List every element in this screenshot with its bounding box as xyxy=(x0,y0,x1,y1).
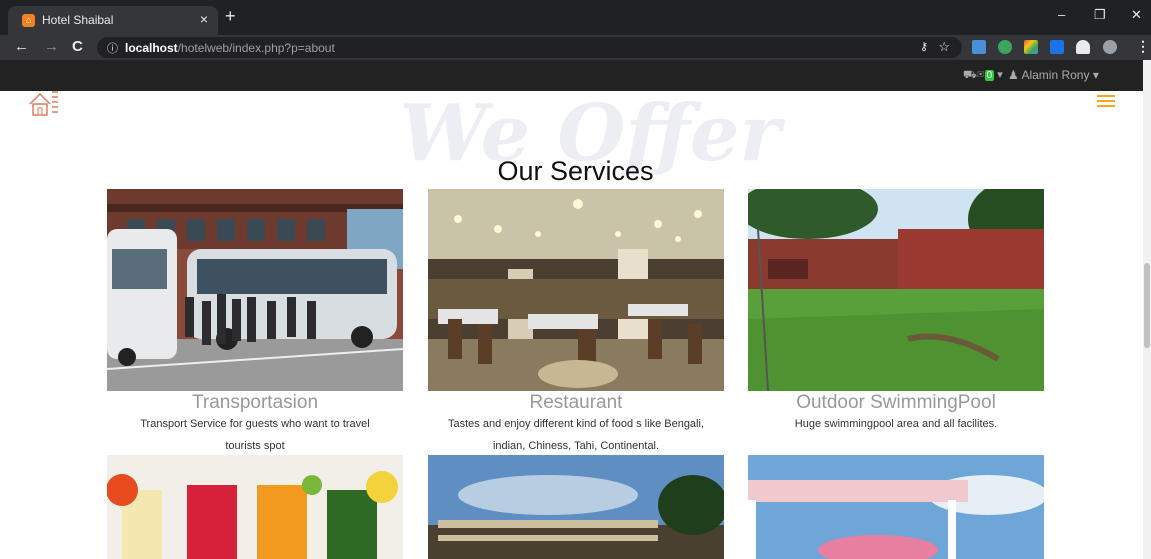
minimize-button[interactable]: – xyxy=(1058,7,1065,22)
hotel-exterior-image xyxy=(428,455,724,559)
service-card-wedding[interactable] xyxy=(748,455,1044,559)
key-icon[interactable]: ⚷ xyxy=(920,40,928,53)
hotel-logo[interactable] xyxy=(28,90,60,116)
scrollbar-thumb[interactable] xyxy=(1144,263,1150,348)
cart-count-badge: 0 xyxy=(984,70,995,81)
service-desc: Transport Service for guests who want to… xyxy=(140,418,370,430)
service-name: Transportasion xyxy=(191,392,319,413)
extensions-puzzle-icon[interactable] xyxy=(1076,40,1090,54)
wedding-image xyxy=(748,455,1044,559)
extension-colorful-icon[interactable] xyxy=(1024,40,1038,54)
service-card-transport[interactable]: Transportasion Transport Service for gue… xyxy=(107,189,403,457)
chevron-down-icon: ▾ xyxy=(997,69,1003,81)
user-menu[interactable]: ♟ Alamin Rony ▾ xyxy=(1008,68,1099,82)
service-card-restaurant[interactable]: Restaurant Tastes and enjoy different ki… xyxy=(428,189,724,457)
site-favicon-icon: ⌂ xyxy=(22,14,35,27)
browser-tab-bar: ⌂ Hotel Shaibal × + – ❐ ✕ xyxy=(0,0,1151,35)
new-tab-button[interactable]: + xyxy=(225,6,236,27)
browser-menu-icon[interactable]: ⋮ xyxy=(1136,38,1150,55)
url-path: /hotelweb/index.php?p=about xyxy=(177,41,335,55)
service-card-pool[interactable]: Outdoor SwimmingPool Huge swimmingpool a… xyxy=(748,189,1044,435)
pool-image xyxy=(748,189,1044,391)
extension-green-icon[interactable] xyxy=(998,40,1012,54)
tab-hotel-shaibal[interactable]: ⌂ Hotel Shaibal × xyxy=(8,6,218,35)
tab-close-button[interactable]: × xyxy=(200,11,208,27)
chevron-down-icon: ▾ xyxy=(1092,68,1099,82)
info-icon[interactable]: ⓘ xyxy=(107,40,118,56)
forward-icon[interactable]: → xyxy=(44,38,59,55)
tab-title: Hotel Shaibal xyxy=(42,13,114,27)
service-card-juice[interactable] xyxy=(107,455,403,559)
restaurant-image xyxy=(428,189,724,391)
cart-link[interactable]: ⛟✉ 0 ▾ xyxy=(963,68,1003,83)
service-name: Restaurant xyxy=(529,392,623,413)
url-text[interactable]: localhost/hotelweb/index.php?p=about xyxy=(125,41,335,55)
mail-icon: ✉ xyxy=(976,69,985,81)
profile-avatar-icon[interactable] xyxy=(1103,40,1117,54)
reload-icon[interactable]: C xyxy=(72,38,83,55)
extension-translate-icon[interactable] xyxy=(972,40,986,54)
service-desc: Huge swimmingpool area and all facilites… xyxy=(794,418,998,430)
url-host: localhost xyxy=(125,41,178,55)
service-desc: Tastes and enjoy different kind of food … xyxy=(447,418,704,430)
site-top-bar: ⛟✉ 0 ▾ ♟ Alamin Rony ▾ xyxy=(0,60,1143,91)
back-icon[interactable]: ← xyxy=(14,38,29,55)
service-name: Outdoor SwimmingPool xyxy=(796,392,996,413)
juice-image xyxy=(107,455,403,559)
star-icon[interactable]: ☆ xyxy=(938,39,950,55)
user-icon: ♟ xyxy=(1008,68,1019,82)
transport-image xyxy=(107,189,403,391)
url-bar[interactable]: ⓘ localhost/hotelweb/index.php?p=about ⚷… xyxy=(97,37,962,58)
extension-download-icon[interactable] xyxy=(1050,40,1064,54)
restore-button[interactable]: ❐ xyxy=(1094,7,1106,23)
close-window-button[interactable]: ✕ xyxy=(1131,7,1142,23)
page-scrollbar[interactable] xyxy=(1143,60,1151,559)
user-name: Alamin Rony xyxy=(1021,68,1090,82)
service-desc: indian, Chiness, Tahi, Continental. xyxy=(492,440,660,452)
section-title: Our Services xyxy=(497,156,654,186)
service-desc: tourists spot xyxy=(225,440,285,452)
service-card-hotel[interactable] xyxy=(428,455,724,559)
address-toolbar: ← → C ⓘ localhost/hotelweb/index.php?p=a… xyxy=(0,35,1151,60)
cart-icon: ⛟ xyxy=(963,69,977,81)
hamburger-icon[interactable] xyxy=(1097,95,1115,110)
